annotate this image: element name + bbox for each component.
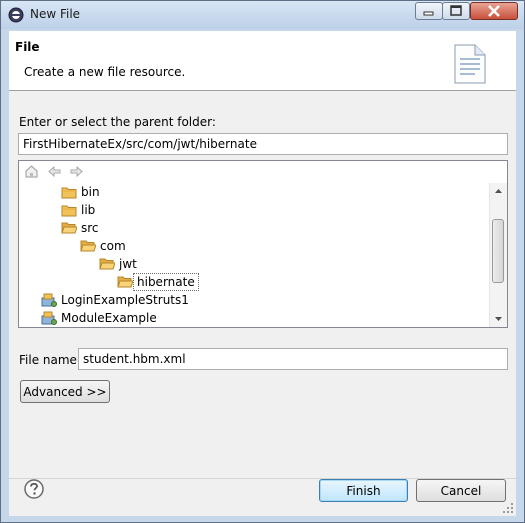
scroll-down-arrow-icon[interactable] <box>490 310 507 327</box>
minimize-button[interactable] <box>415 2 443 20</box>
tree-item-label: hibernate <box>133 273 199 291</box>
folder-open-icon <box>80 240 96 252</box>
tree-vertical-scrollbar[interactable] <box>489 183 507 327</box>
help-icon[interactable] <box>23 478 45 500</box>
header-title: File <box>15 40 40 54</box>
back-arrow-icon[interactable] <box>47 164 62 179</box>
close-button[interactable] <box>470 2 518 20</box>
tree-item-label: jwt <box>119 257 137 271</box>
scrollbar-thumb[interactable] <box>492 219 504 283</box>
resize-grip-icon[interactable] <box>502 502 514 514</box>
folder-open-icon <box>117 276 133 288</box>
folder-open-icon <box>61 222 77 234</box>
tree-item-src[interactable]: src <box>61 219 103 237</box>
new-file-wizard-icon <box>454 44 486 84</box>
parent-folder-input[interactable] <box>18 133 508 155</box>
minimize-icon <box>423 11 434 16</box>
folder-tree[interactable]: bin lib src com jwt hibernate LoginExamp… <box>18 160 508 328</box>
maximize-button[interactable] <box>442 2 470 20</box>
tree-item-moduleexample[interactable]: ModuleExample <box>41 309 161 327</box>
scroll-up-arrow-icon[interactable] <box>490 183 507 200</box>
tree-item-com[interactable]: com <box>80 237 130 255</box>
tree-item-label: ModuleExample <box>61 311 157 325</box>
finish-button[interactable]: Finish <box>319 479 408 502</box>
project-icon <box>41 293 57 307</box>
tree-item-label: lib <box>81 203 96 217</box>
tree-item-label: com <box>100 239 126 253</box>
forward-arrow-icon[interactable] <box>69 164 84 179</box>
folder-icon <box>61 187 77 199</box>
tree-item-loginexamplestruts1[interactable]: LoginExampleStruts1 <box>41 291 193 309</box>
tree-item-bin[interactable]: bin <box>61 183 104 201</box>
tree-item-label: bin <box>81 185 100 199</box>
file-name-input[interactable] <box>78 348 508 370</box>
tree-item-hibernate[interactable]: hibernate <box>117 273 199 291</box>
tree-item-jwt[interactable]: jwt <box>99 255 141 273</box>
tree-item-label: src <box>81 221 99 235</box>
home-icon[interactable] <box>24 164 39 179</box>
eclipse-app-icon <box>8 7 24 23</box>
window-title: New File <box>30 7 81 21</box>
advanced-button[interactable]: Advanced >> <box>20 380 110 403</box>
maximize-icon <box>450 5 462 16</box>
folder-open-icon <box>99 258 115 270</box>
tree-item-lib[interactable]: lib <box>61 201 99 219</box>
new-file-dialog: New File File Create a new file resource… <box>0 0 525 523</box>
title-bar[interactable]: New File <box>1 1 524 29</box>
cancel-button[interactable]: Cancel <box>416 479 506 502</box>
file-name-label: File name: <box>19 353 81 367</box>
dialog-content: File Create a new file resource. Enter o… <box>9 31 516 516</box>
parent-folder-label: Enter or select the parent folder: <box>19 115 216 129</box>
project-icon <box>41 311 57 325</box>
tree-item-label: LoginExampleStruts1 <box>61 293 189 307</box>
close-icon <box>488 5 500 17</box>
dialog-header: File Create a new file resource. <box>9 31 516 91</box>
tree-toolbar <box>19 161 489 183</box>
folder-icon <box>61 205 77 217</box>
header-description: Create a new file resource. <box>24 65 186 79</box>
